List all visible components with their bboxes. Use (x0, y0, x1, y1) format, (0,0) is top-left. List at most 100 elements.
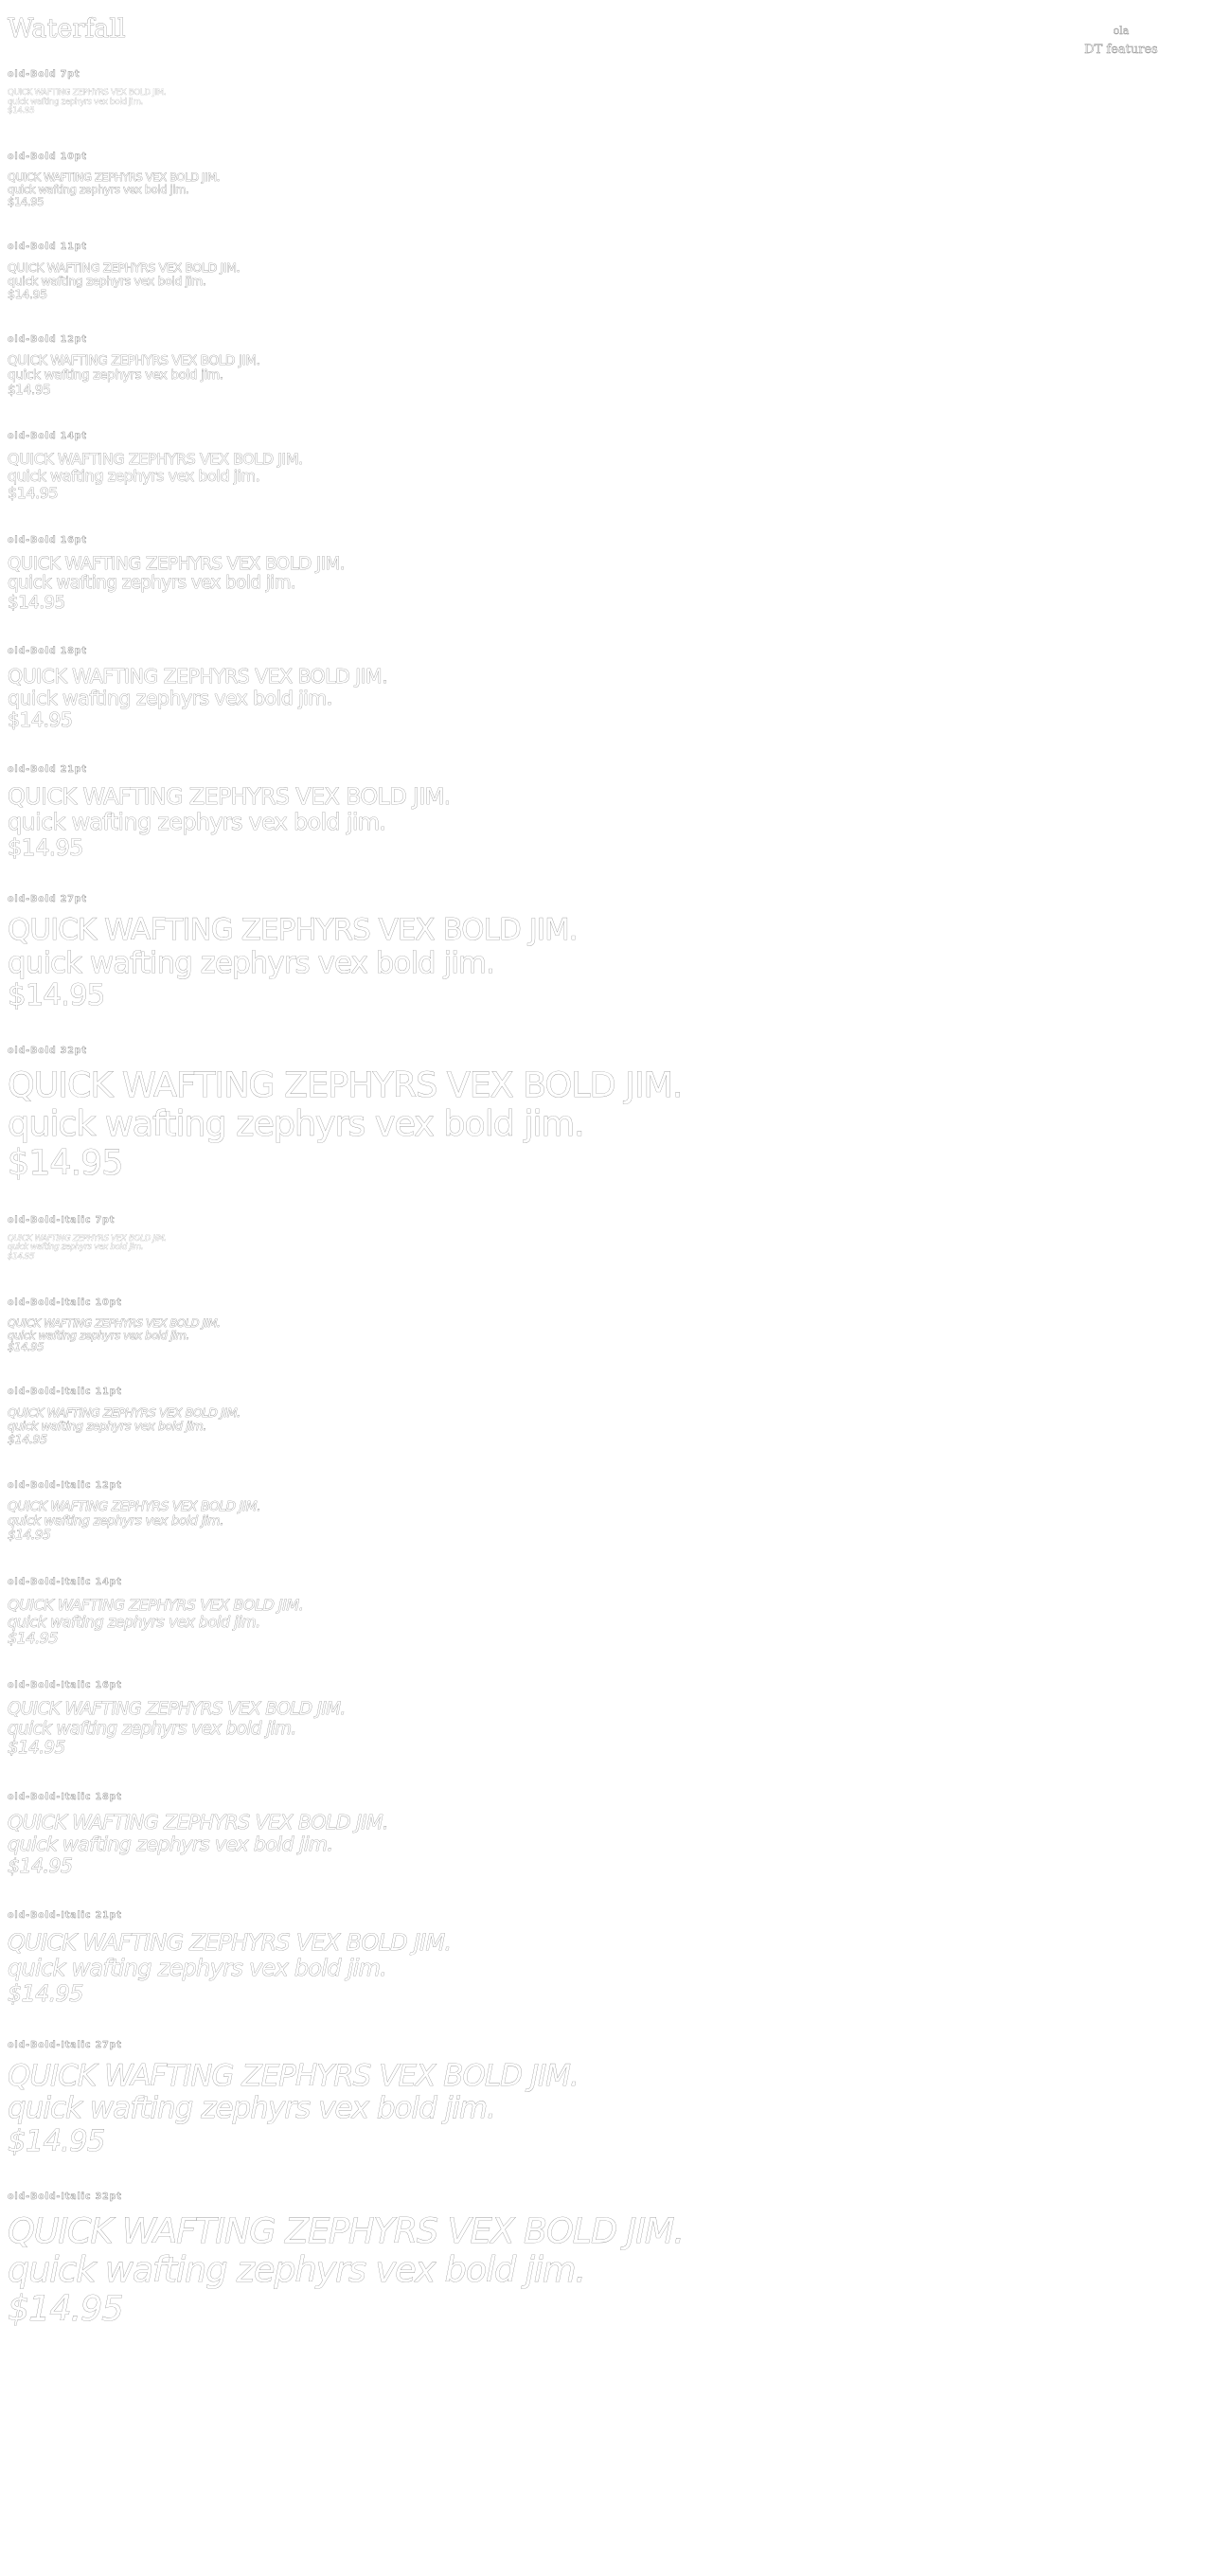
sample-block: QUICK WAFTING ZEPHYRS VEX BOLD JIM. quick… (8, 2059, 1144, 2158)
section-label: old-Bold-Italic 32pt (8, 2191, 122, 2202)
sample-lowercase-line: quick wafting zephyrs vex bold jim. (8, 466, 260, 485)
sample-lowercase-line: quick wafting zephyrs vex bold jim. (8, 1612, 261, 1631)
waterfall-section: old-Bold-Italic 21pt QUICK WAFTING ZEPHYR… (8, 1909, 1144, 2007)
waterfall-section: old-Bold-Italic 14pt QUICK WAFTING ZEPHYR… (8, 1576, 1144, 1648)
sample-price-line: $14.95 (8, 286, 48, 301)
sample-uppercase-line: QUICK WAFTING ZEPHYRS VEX BOLD JIM. (8, 665, 388, 689)
waterfall-section: old-Bold 7pt QUICK WAFTING ZEPHYRS VEX BO… (8, 68, 1144, 116)
waterfall-sections: old-Bold 7pt QUICK WAFTING ZEPHYRS VEX BO… (8, 68, 1144, 2360)
header-info: ola DT features (1064, 23, 1178, 61)
sample-uppercase-line: QUICK WAFTING ZEPHYRS VEX BOLD JIM. (8, 1810, 389, 1834)
sample-block: QUICK WAFTING ZEPHYRS VEX BOLD JIM. quick… (8, 1929, 1144, 2007)
sample-block: QUICK WAFTING ZEPHYRS VEX BOLD JIM. quick… (8, 1233, 1144, 1262)
sample-block: QUICK WAFTING ZEPHYRS VEX BOLD JIM. quick… (8, 1700, 1144, 1759)
section-label: old-Bold 18pt (8, 646, 87, 657)
sample-uppercase-line: QUICK WAFTING ZEPHYRS VEX BOLD JIM. (8, 259, 241, 275)
section-label: old-Bold 16pt (8, 534, 87, 546)
sample-price-line: $14.95 (8, 708, 74, 732)
sample-block: QUICK WAFTING ZEPHYRS VEX BOLD JIM. quick… (8, 1064, 1144, 1183)
sample-block: QUICK WAFTING ZEPHYRS VEX BOLD JIM. quick… (8, 88, 1144, 116)
sample-block: QUICK WAFTING ZEPHYRS VEX BOLD JIM. quick… (8, 665, 1144, 732)
sample-block: QUICK WAFTING ZEPHYRS VEX BOLD JIM. quick… (8, 1810, 1144, 1878)
sample-price-line: $14.95 (8, 483, 59, 502)
sample-lowercase-line: quick wafting zephyrs vex bold jim. (8, 1718, 297, 1739)
section-label: old-Bold-Italic 12pt (8, 1479, 122, 1491)
sample-price-line: $14.95 (8, 1854, 74, 1878)
sample-uppercase-line: QUICK WAFTING ZEPHYRS VEX BOLD JIM. (8, 1233, 167, 1243)
sample-block: QUICK WAFTING ZEPHYRS VEX BOLD JIM. quick… (8, 450, 1144, 502)
sample-lowercase-line: quick wafting zephyrs vex bold jim. (8, 573, 296, 594)
sample-lowercase-line: quick wafting zephyrs vex bold jim. (8, 809, 387, 836)
sample-lowercase-line: quick wafting zephyrs vex bold jim. (8, 687, 333, 710)
section-label: old-Bold-Italic 10pt (8, 1297, 122, 1308)
sample-price-line: $14.95 (8, 106, 35, 116)
sample-block: QUICK WAFTING ZEPHYRS VEX BOLD JIM. quick… (8, 2209, 1144, 2328)
sample-lowercase-line: quick wafting zephyrs vex bold jim. (8, 1832, 334, 1855)
sample-price-line: $14.95 (8, 592, 66, 613)
section-label: old-Bold 11pt (8, 241, 87, 252)
sample-price-line: $14.95 (8, 382, 51, 398)
sample-lowercase-line: quick wafting zephyrs vex bold jim. (8, 1512, 224, 1529)
section-label: old-Bold-Italic 7pt (8, 1214, 116, 1225)
sample-block: QUICK WAFTING ZEPHYRS VEX BOLD JIM. quick… (8, 1498, 1144, 1544)
sample-uppercase-line: QUICK WAFTING ZEPHYRS VEX BOLD JIM. (8, 1405, 241, 1421)
section-label: old-Bold-Italic 27pt (8, 2039, 122, 2050)
sample-block: QUICK WAFTING ZEPHYRS VEX BOLD JIM. quick… (8, 553, 1144, 614)
section-label: old-Bold 14pt (8, 430, 87, 441)
waterfall-section: old-Bold 14pt QUICK WAFTING ZEPHYRS VEX B… (8, 430, 1144, 502)
section-label: old-Bold-Italic 21pt (8, 1910, 122, 1922)
sample-uppercase-line: QUICK WAFTING ZEPHYRS VEX BOLD JIM. (8, 783, 452, 811)
sample-lowercase-line: quick wafting zephyrs vex bold jim. (8, 273, 207, 288)
sample-lowercase-line: quick wafting zephyrs vex bold jim. (8, 2248, 587, 2290)
sample-price-line: $14.95 (8, 1528, 51, 1544)
waterfall-section: old-Bold 27pt QUICK WAFTING ZEPHYRS VEX B… (8, 893, 1144, 1012)
sample-block: QUICK WAFTING ZEPHYRS VEX BOLD JIM. quick… (8, 353, 1144, 398)
section-label: old-Bold-Italic 18pt (8, 1791, 122, 1802)
waterfall-section: old-Bold-Italic 16pt QUICK WAFTING ZEPHYR… (8, 1679, 1144, 1759)
section-label: old-Bold 27pt (8, 893, 87, 904)
sample-uppercase-line: QUICK WAFTING ZEPHYRS VEX BOLD JIM. (8, 88, 167, 98)
sample-price-line: $14.95 (8, 2123, 106, 2158)
section-label: old-Bold-Italic 11pt (8, 1386, 122, 1398)
waterfall-section: old-Bold 16pt QUICK WAFTING ZEPHYRS VEX B… (8, 534, 1144, 614)
sample-lowercase-line: quick wafting zephyrs vex bold jim. (8, 97, 144, 107)
features-label: DT features (1084, 43, 1158, 57)
sample-price-line: $14.95 (8, 1738, 66, 1759)
waterfall-section: old-Bold 21pt QUICK WAFTING ZEPHYRS VEX B… (8, 763, 1144, 861)
waterfall-section: old-Bold-Italic 11pt QUICK WAFTING ZEPHYR… (8, 1386, 1144, 1446)
sample-price-line: $14.95 (8, 1979, 84, 2007)
sample-block: QUICK WAFTING ZEPHYRS VEX BOLD JIM. quick… (8, 1316, 1144, 1354)
sample-block: QUICK WAFTING ZEPHYRS VEX BOLD JIM. quick… (8, 914, 1144, 1012)
waterfall-section: old-Bold-Italic 12pt QUICK WAFTING ZEPHYR… (8, 1479, 1144, 1544)
section-label: old-Bold-Italic 16pt (8, 1680, 122, 1691)
waterfall-section: old-Bold-Italic 18pt QUICK WAFTING ZEPHYR… (8, 1791, 1144, 1877)
sample-block: QUICK WAFTING ZEPHYRS VEX BOLD JIM. quick… (8, 1405, 1144, 1446)
waterfall-section: old-Bold-Italic 7pt QUICK WAFTING ZEPHYRS… (8, 1214, 1144, 1262)
sample-uppercase-line: QUICK WAFTING ZEPHYRS VEX BOLD JIM. (8, 1595, 304, 1614)
font-name-label: ola (1113, 25, 1130, 37)
sample-price-line: $14.95 (8, 1252, 35, 1262)
sample-block: QUICK WAFTING ZEPHYRS VEX BOLD JIM. quick… (8, 1595, 1144, 1648)
sample-block: QUICK WAFTING ZEPHYRS VEX BOLD JIM. quick… (8, 170, 1144, 208)
sample-uppercase-line: QUICK WAFTING ZEPHYRS VEX BOLD JIM. (8, 912, 579, 947)
sample-uppercase-line: QUICK WAFTING ZEPHYRS VEX BOLD JIM. (8, 2209, 686, 2251)
sample-lowercase-line: quick wafting zephyrs vex bold jim. (8, 1102, 585, 1144)
sample-block: QUICK WAFTING ZEPHYRS VEX BOLD JIM. quick… (8, 784, 1144, 861)
sample-lowercase-line: quick wafting zephyrs vex bold jim. (8, 1419, 207, 1434)
sample-price-line: $14.95 (8, 194, 45, 208)
sample-lowercase-line: quick wafting zephyrs vex bold jim. (8, 1328, 190, 1342)
waterfall-section: old-Bold-Italic 10pt QUICK WAFTING ZEPHYR… (8, 1297, 1144, 1354)
waterfall-section: old-Bold 11pt QUICK WAFTING ZEPHYRS VEX B… (8, 241, 1144, 301)
sample-lowercase-line: quick wafting zephyrs vex bold jim. (8, 2091, 497, 2126)
sample-price-line: $14.95 (8, 834, 84, 862)
sample-price-line: $14.95 (8, 1629, 59, 1648)
sample-lowercase-line: quick wafting zephyrs vex bold jim. (8, 182, 189, 196)
sample-uppercase-line: QUICK WAFTING ZEPHYRS VEX BOLD JIM. (8, 1498, 261, 1514)
sample-lowercase-line: quick wafting zephyrs vex bold jim. (8, 1955, 388, 1981)
sample-lowercase-line: quick wafting zephyrs vex bold jim. (8, 367, 224, 384)
sample-uppercase-line: QUICK WAFTING ZEPHYRS VEX BOLD JIM. (8, 1064, 684, 1105)
sample-price-line: $14.95 (8, 978, 106, 1013)
waterfall-section: old-Bold 32pt QUICK WAFTING ZEPHYRS VEX B… (8, 1045, 1144, 1182)
sample-price-line: $14.95 (8, 1141, 124, 1183)
sample-uppercase-line: QUICK WAFTING ZEPHYRS VEX BOLD JIM. (8, 553, 346, 574)
